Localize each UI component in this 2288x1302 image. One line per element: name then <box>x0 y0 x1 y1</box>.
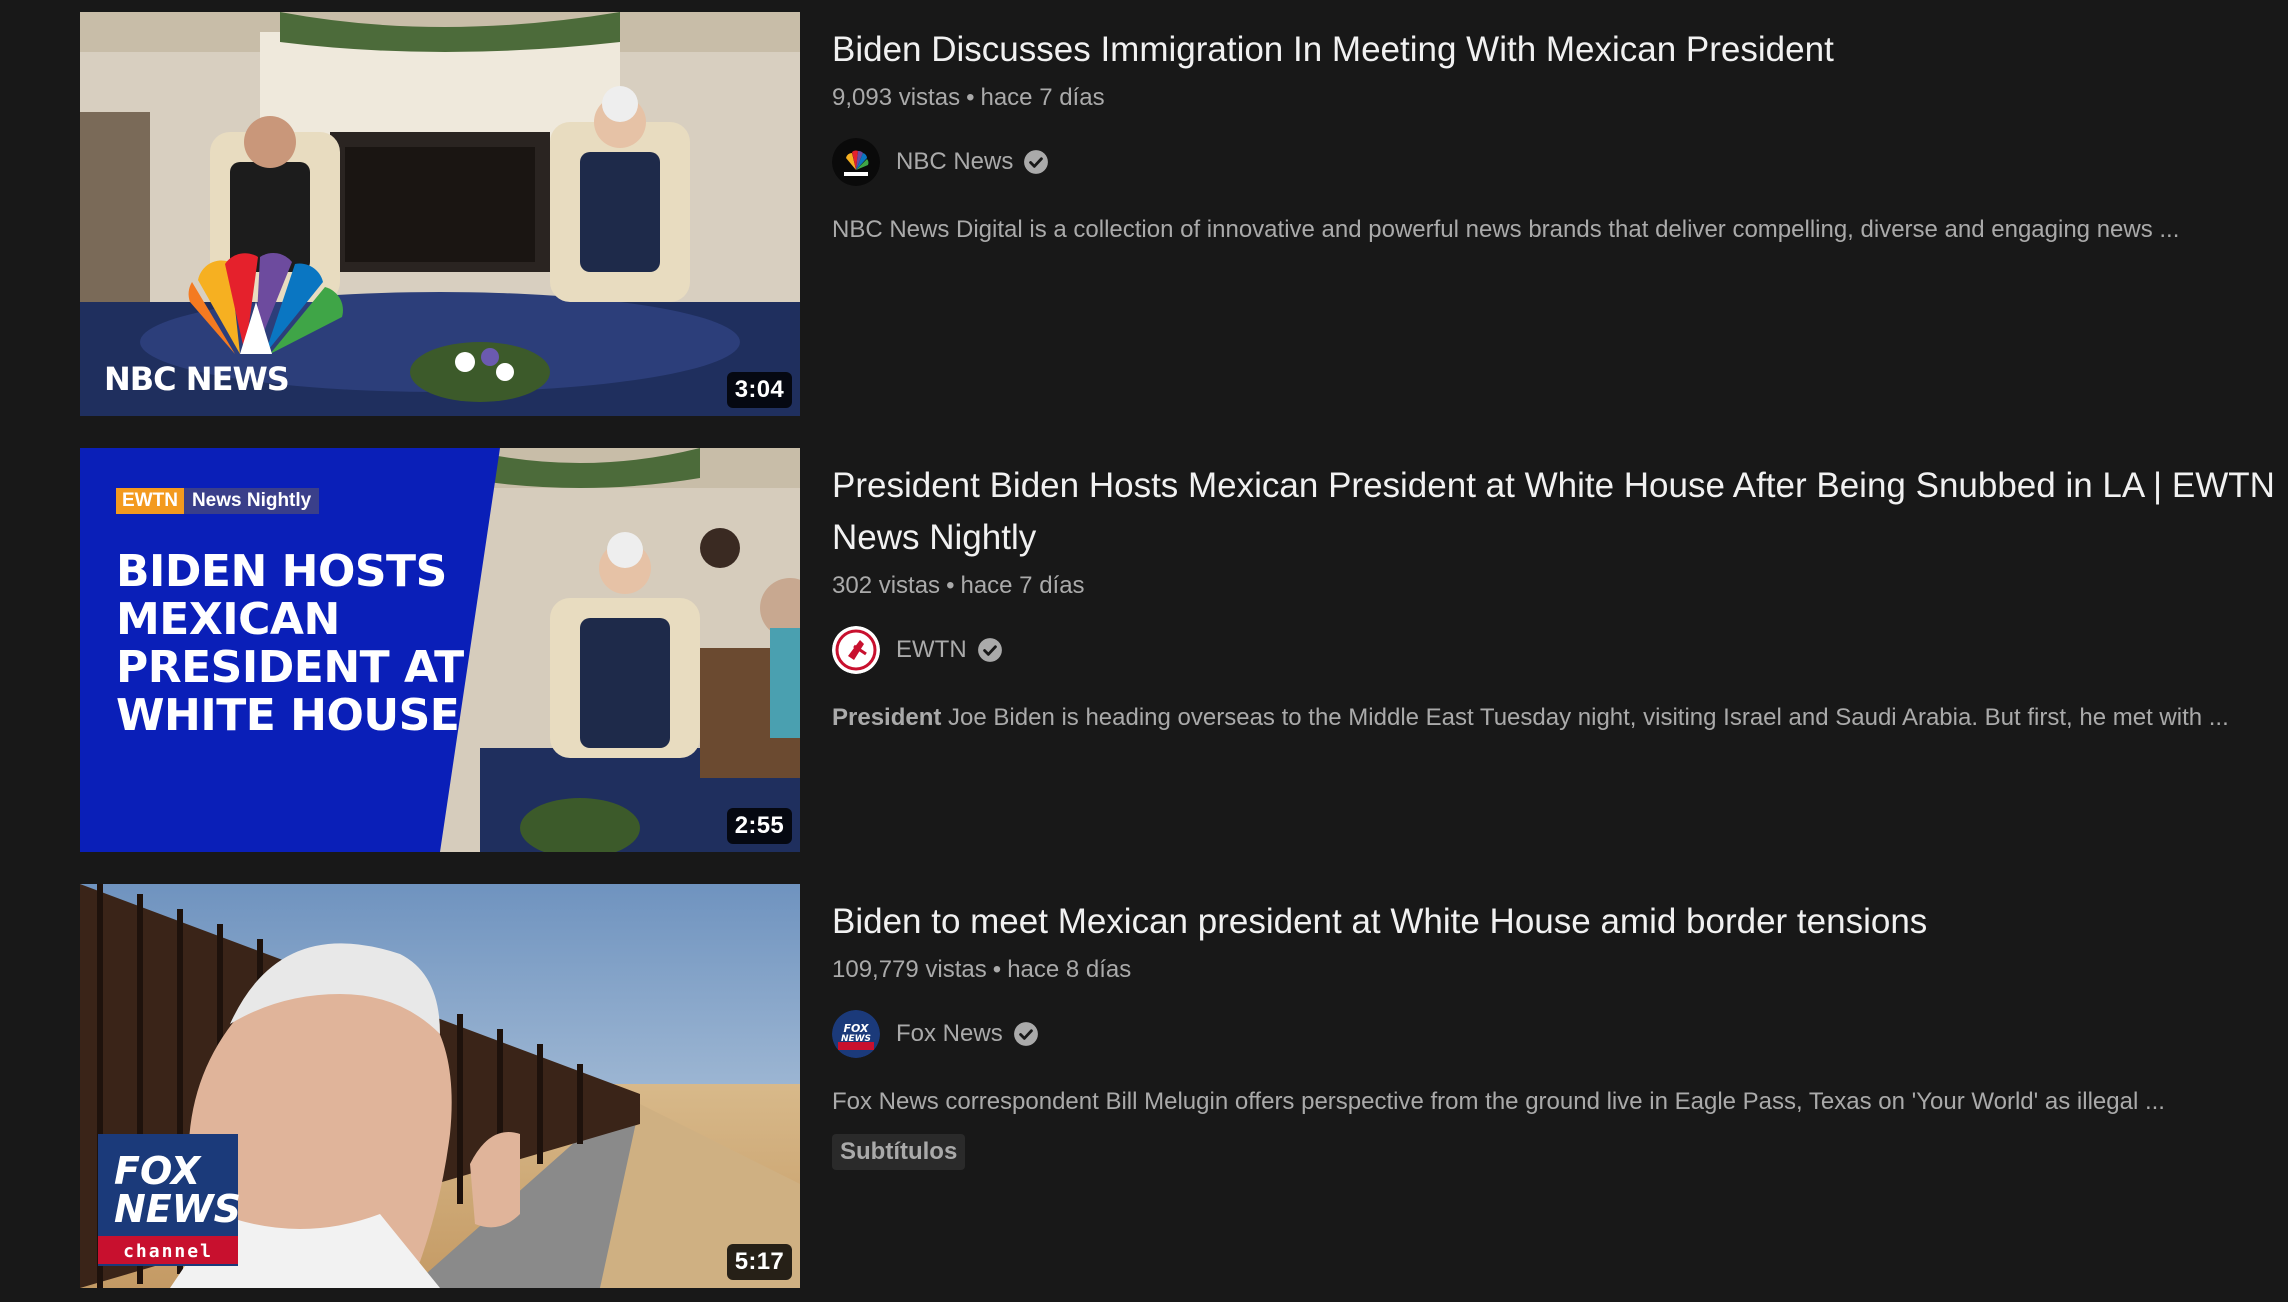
channel-row[interactable]: NBC News <box>832 134 2288 190</box>
verified-check-icon <box>977 638 1002 662</box>
thumbnail-headline: BIDEN HOSTS MEXICAN PRESIDENT AT WHITE H… <box>116 548 464 740</box>
upload-age: hace 8 días <box>1007 956 1132 983</box>
video-duration: 2:55 <box>726 808 792 844</box>
channel-row[interactable]: FOX NEWS Fox News <box>832 1006 2288 1062</box>
view-count: 302 vistas <box>832 572 941 599</box>
video-meta: Biden Discusses Immigration In Meeting W… <box>832 12 2288 248</box>
fox-logo-channel: channel <box>123 1241 213 1262</box>
channel-avatar[interactable]: FOX NEWS <box>832 1010 880 1058</box>
subtitles-badge: Subtítulos <box>832 1134 966 1170</box>
video-meta: President Biden Hosts Mexican President … <box>832 448 2288 736</box>
video-thumbnail[interactable]: FOX NEWS channel 5:17 <box>80 884 800 1288</box>
channel-avatar[interactable] <box>832 626 880 674</box>
description-text: Joe Biden is heading overseas to the Mid… <box>941 704 2229 731</box>
video-meta: Biden to meet Mexican president at White… <box>832 884 2288 1170</box>
svg-text:NEWS: NEWS <box>841 1034 871 1044</box>
separator: • <box>992 956 1002 983</box>
video-description: Fox News correspondent Bill Melugin offe… <box>832 1088 2165 1115</box>
headline-line: BIDEN HOSTS <box>116 546 447 597</box>
video-thumbnail[interactable]: EWTN News Nightly BIDEN HOSTS MEXICAN PR… <box>80 448 800 852</box>
ewtn-tag-left: EWTN <box>116 488 184 514</box>
view-count: 109,779 vistas <box>832 956 987 983</box>
video-duration: 5:17 <box>726 1244 792 1280</box>
search-results: NBC NEWS 3:04 Biden Discusses Immigratio… <box>0 0 2288 1302</box>
video-title[interactable]: President Biden Hosts Mexican President … <box>832 448 2288 564</box>
ewtn-avatar-icon <box>832 626 880 674</box>
upload-age: hace 7 días <box>980 84 1105 111</box>
video-result[interactable]: NBC NEWS 3:04 Biden Discusses Immigratio… <box>80 12 2220 416</box>
channel-avatar[interactable] <box>832 138 880 186</box>
fox-avatar-icon: FOX NEWS <box>832 1010 880 1058</box>
video-stats: 302 vistas • hace 7 días <box>832 568 2288 604</box>
fox-logo-line: NEWS <box>114 1187 242 1231</box>
video-thumbnail[interactable]: NBC NEWS 3:04 <box>80 12 800 416</box>
video-result[interactable]: FOX NEWS channel 5:17 Biden to meet Mexi… <box>80 884 2220 1288</box>
separator: • <box>966 84 975 111</box>
nbc-avatar-icon <box>832 138 880 186</box>
video-description: NBC News Digital is a collection of inno… <box>832 216 2180 243</box>
verified-check-icon <box>1024 150 1049 174</box>
thumbnail-image <box>80 12 800 416</box>
channel-name[interactable]: Fox News <box>896 1020 1003 1048</box>
upload-age: hace 7 días <box>960 572 1085 599</box>
headline-line: WHITE HOUSE <box>116 690 460 741</box>
channel-name[interactable]: EWTN <box>896 636 967 664</box>
headline-line: MEXICAN <box>116 594 340 645</box>
channel-name[interactable]: NBC News <box>896 148 1013 176</box>
channel-row[interactable]: EWTN <box>832 622 2288 678</box>
ewtn-tag: EWTN News Nightly <box>116 488 320 514</box>
description-highlight: President <box>832 704 942 731</box>
headline-line: PRESIDENT AT <box>116 642 464 693</box>
video-duration: 3:04 <box>726 372 792 408</box>
thumbnail-logo-text: NBC NEWS <box>104 360 290 398</box>
fox-logo-text: FOX NEWS <box>114 1152 241 1228</box>
separator: • <box>946 572 955 599</box>
video-stats: 109,779 vistas • hace 8 días <box>832 952 2288 988</box>
video-stats: 9,093 vistas • hace 7 días <box>832 80 2288 116</box>
video-title[interactable]: Biden to meet Mexican president at White… <box>832 884 2288 948</box>
video-title[interactable]: Biden Discusses Immigration In Meeting W… <box>832 12 2288 76</box>
verified-check-icon <box>1013 1022 1038 1046</box>
video-description: President Joe Biden is heading overseas … <box>832 700 2288 736</box>
ewtn-tag-right: News Nightly <box>183 488 320 514</box>
view-count: 9,093 vistas <box>832 84 961 111</box>
fox-logo-line: FOX <box>114 1149 201 1193</box>
video-result[interactable]: EWTN News Nightly BIDEN HOSTS MEXICAN PR… <box>80 448 2275 852</box>
